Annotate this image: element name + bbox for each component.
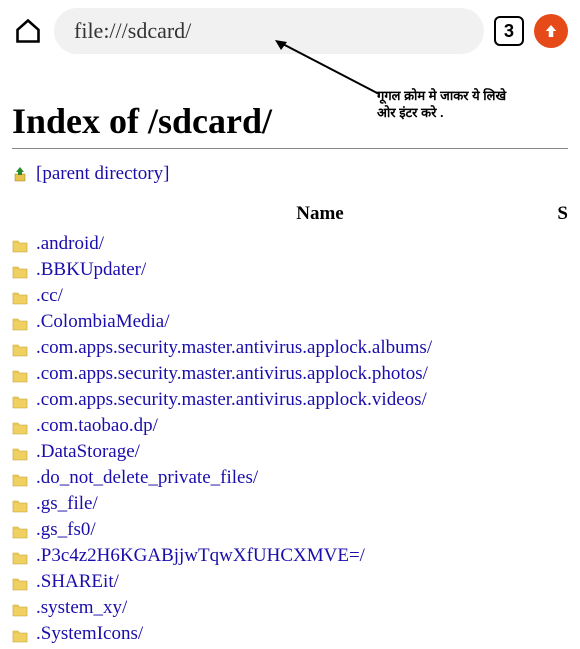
list-item: .gs_file/	[12, 491, 568, 517]
list-item: .gs_fs0/	[12, 517, 568, 543]
file-link[interactable]: .gs_fs0/	[36, 519, 96, 541]
list-item: .android/	[12, 231, 568, 257]
file-link[interactable]: .ColombiaMedia/	[36, 311, 170, 333]
list-item: .com.apps.security.master.antivirus.appl…	[12, 335, 568, 361]
file-link[interactable]: .cc/	[36, 285, 63, 307]
list-item: .SHAREit/	[12, 569, 568, 595]
column-size-header: S	[548, 203, 568, 225]
folder-icon	[12, 419, 28, 433]
folder-icon	[12, 575, 28, 589]
file-link[interactable]: .system_xy/	[36, 597, 127, 619]
arrow-up-icon	[542, 22, 560, 40]
folder-icon	[12, 549, 28, 563]
folder-icon	[12, 393, 28, 407]
folder-icon	[12, 445, 28, 459]
file-link[interactable]: .SystemIcons/	[36, 623, 143, 645]
file-link[interactable]: .com.apps.security.master.antivirus.appl…	[36, 337, 432, 359]
list-item: .com.apps.security.master.antivirus.appl…	[12, 361, 568, 387]
file-link[interactable]: .do_not_delete_private_files/	[36, 467, 258, 489]
file-link[interactable]: .DataStorage/	[36, 441, 140, 463]
folder-icon	[12, 237, 28, 251]
folder-icon	[12, 523, 28, 537]
list-item: .cc/	[12, 283, 568, 309]
home-button[interactable]	[12, 15, 44, 47]
folder-icon	[12, 497, 28, 511]
folder-icon	[12, 367, 28, 381]
folder-icon	[12, 289, 28, 303]
list-item: .system_xy/	[12, 595, 568, 621]
list-item: .do_not_delete_private_files/	[12, 465, 568, 491]
folder-icon	[12, 263, 28, 277]
folder-icon	[12, 627, 28, 641]
file-link[interactable]: .com.taobao.dp/	[36, 415, 158, 437]
annotation-text: गूगल क्रोम मे जाकर ये लिखे ओर इंटर करे .	[377, 88, 577, 122]
list-item: .com.taobao.dp/	[12, 413, 568, 439]
file-link[interactable]: .android/	[36, 233, 104, 255]
list-item: .com.apps.security.master.antivirus.appl…	[12, 387, 568, 413]
upload-button[interactable]	[534, 14, 568, 48]
list-item: .P3c4z2H6KGABjjwTqwXfUHCXMVE=/	[12, 543, 568, 569]
up-arrow-icon	[12, 166, 28, 182]
home-icon	[14, 17, 42, 45]
annotation-line1: गूगल क्रोम मे जाकर ये लिखे	[377, 88, 577, 105]
list-item: .DataStorage/	[12, 439, 568, 465]
list-item: .SystemIcons/	[12, 621, 568, 647]
page-content: Index of /sdcard/ [parent directory] Nam…	[0, 100, 580, 647]
list-item: .BBKUpdater/	[12, 257, 568, 283]
folder-icon	[12, 601, 28, 615]
file-link[interactable]: .gs_file/	[36, 493, 98, 515]
url-text: file:///sdcard/	[74, 18, 191, 44]
list-item: .ColombiaMedia/	[12, 309, 568, 335]
file-link[interactable]: .P3c4z2H6KGABjjwTqwXfUHCXMVE=/	[36, 545, 365, 567]
parent-directory-link[interactable]: [parent directory]	[36, 163, 169, 185]
file-link[interactable]: .BBKUpdater/	[36, 259, 146, 281]
column-name-header: Name	[12, 203, 548, 225]
file-link[interactable]: .com.apps.security.master.antivirus.appl…	[36, 363, 428, 385]
parent-directory-row: [parent directory]	[12, 163, 568, 185]
file-link[interactable]: .SHAREit/	[36, 571, 119, 593]
file-list: .android/ .BBKUpdater/ .cc/ .ColombiaMedia/…	[12, 231, 568, 647]
annotation-line2: ओर इंटर करे .	[377, 105, 577, 122]
folder-icon	[12, 341, 28, 355]
folder-icon	[12, 471, 28, 485]
table-header: Name S	[12, 203, 568, 225]
folder-icon	[12, 315, 28, 329]
browser-top-bar: file:///sdcard/ 3	[0, 0, 580, 62]
address-bar[interactable]: file:///sdcard/	[54, 8, 484, 54]
file-link[interactable]: .com.apps.security.master.antivirus.appl…	[36, 389, 427, 411]
tab-count-value: 3	[504, 21, 514, 42]
tab-count-button[interactable]: 3	[494, 16, 524, 46]
